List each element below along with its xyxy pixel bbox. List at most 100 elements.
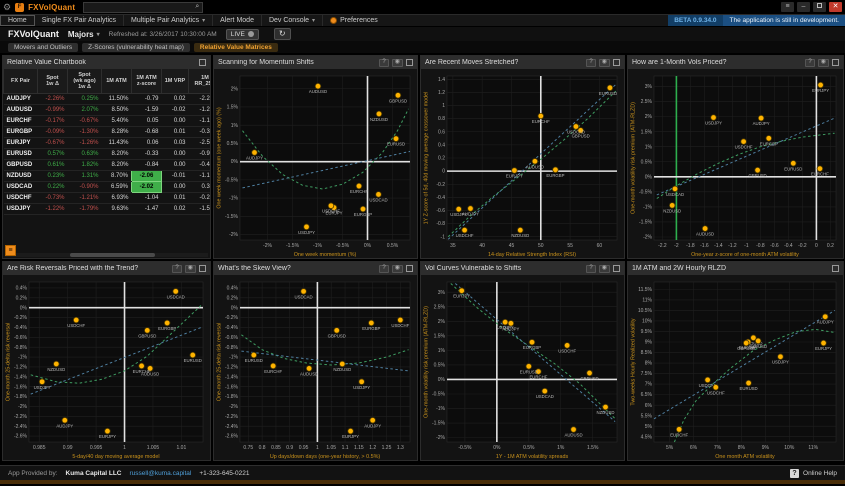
scatter-point[interactable] — [672, 186, 678, 192]
minimize-button[interactable]: – — [797, 2, 810, 12]
scatter-point[interactable] — [529, 339, 535, 345]
table-row[interactable]: EURCHF-0.17%-0.67%5.40%0.050.00-1.18% — [4, 115, 211, 126]
table-row[interactable]: USDJPY-1.22%-1.79%9.63%-1.470.02-1.50% — [4, 203, 211, 214]
snapshot-icon[interactable]: ◉ — [392, 265, 403, 273]
column-header[interactable]: Spot 1w Δ — [38, 69, 68, 93]
table-row[interactable]: EURJPY-0.67%-1.26%11.43%0.060.03-2.50% — [4, 137, 211, 148]
snapshot-icon[interactable]: ◉ — [185, 265, 196, 273]
scatter-point[interactable] — [164, 320, 170, 326]
scatter-point[interactable] — [339, 361, 345, 367]
scatter-chart[interactable]: -0.5%0%0.5%1%1.5%-2%-1.5%-1%-0.5%0%0.5%1… — [421, 275, 624, 460]
scatter-point[interactable] — [105, 428, 111, 434]
popout-icon[interactable] — [832, 265, 839, 272]
table-row[interactable]: NZDUSD0.23%1.31%8.70%-2.06-0.01-1.14% — [4, 170, 211, 181]
scatter-point[interactable] — [766, 135, 772, 141]
scatter-point[interactable] — [370, 417, 376, 423]
scatter-point[interactable] — [502, 319, 508, 325]
popout-icon[interactable] — [199, 265, 206, 272]
column-header[interactable]: 1M ATM — [102, 69, 132, 93]
scatter-point[interactable] — [587, 370, 593, 376]
menu-item-single-fx[interactable]: Single FX Pair Analytics — [35, 15, 124, 26]
tab-relative-value-matrices[interactable]: Relative Value Matrices — [194, 43, 278, 52]
tab-z-scores[interactable]: Z-Scores (vulnerability heat map) — [82, 43, 190, 52]
online-help-link[interactable]: Online Help — [803, 470, 837, 477]
scatter-point[interactable] — [553, 167, 559, 173]
scatter-chart[interactable]: 0.750.80.850.90.9511.051.11.151.21.251.3… — [214, 275, 417, 460]
scatter-chart[interactable]: 0.9850.990.99511.0051.01-2.6%-2.4%-2.2%-… — [3, 275, 210, 460]
scatter-point[interactable] — [139, 363, 145, 369]
scatter-chart[interactable]: -2.2-2-1.8-1.6-1.4-1.2-1-0.8-0.6-0.4-0.2… — [628, 69, 843, 258]
scatter-point[interactable] — [603, 404, 609, 410]
scatter-point[interactable] — [251, 352, 257, 358]
scatter-point[interactable] — [301, 289, 307, 295]
snapshot-icon[interactable]: ◉ — [392, 59, 403, 67]
popout-icon[interactable] — [613, 59, 620, 66]
snapshot-icon[interactable]: ◉ — [599, 59, 610, 67]
scatter-chart[interactable]: 354045505560-1-0.8-0.6-0.4-0.200.20.40.6… — [421, 69, 624, 258]
popout-icon[interactable] — [613, 265, 620, 272]
menu-item-alert-mode[interactable]: Alert Mode — [213, 15, 262, 26]
help-icon[interactable]: ? — [790, 469, 799, 478]
scatter-point[interactable] — [571, 427, 577, 433]
scatter-point[interactable] — [315, 83, 321, 89]
scatter-point[interactable] — [564, 343, 570, 349]
scatter-point[interactable] — [173, 289, 179, 295]
scatter-point[interactable] — [190, 352, 196, 358]
scatter-point[interactable] — [468, 206, 474, 212]
help-icon[interactable]: ? — [586, 265, 595, 273]
table-row[interactable]: EURGBP-0.09%-1.30%8.28%-0.680.01-0.31% — [4, 126, 211, 137]
scatter-point[interactable] — [711, 115, 717, 121]
wrench-icon[interactable]: ⚙ — [3, 3, 11, 12]
scatter-point[interactable] — [334, 328, 340, 334]
column-header[interactable]: 1M ATM z-score — [132, 69, 162, 93]
column-header[interactable]: FX Pair — [4, 69, 38, 93]
scatter-point[interactable] — [526, 364, 532, 370]
scatter-point[interactable] — [459, 288, 465, 294]
scatter-point[interactable] — [532, 158, 538, 164]
search-input[interactable] — [84, 4, 195, 11]
scatter-point[interactable] — [456, 206, 462, 212]
scatter-point[interactable] — [512, 168, 518, 174]
scatter-point[interactable] — [53, 361, 59, 367]
scatter-point[interactable] — [755, 338, 761, 344]
scatter-point[interactable] — [791, 160, 797, 166]
drawer-handle-button[interactable]: ≡ — [5, 245, 16, 256]
maximize-button[interactable] — [813, 2, 826, 12]
window-menu-button[interactable]: ≡ — [781, 2, 794, 12]
scatter-point[interactable] — [348, 428, 354, 434]
scatter-point[interactable] — [376, 111, 382, 117]
column-header[interactable]: 1M VRP — [162, 69, 189, 93]
menu-item-preferences[interactable]: Preferences — [323, 15, 385, 26]
menu-item-home[interactable]: Home — [0, 15, 35, 26]
scatter-chart[interactable]: 5%6%7%8%9%10%11%4.5%5%5.5%6%6.5%7%7.5%8%… — [628, 275, 843, 460]
universe-dropdown[interactable]: Majors▾ — [68, 30, 100, 39]
scatter-point[interactable] — [821, 340, 827, 346]
popout-icon[interactable] — [832, 59, 839, 66]
scatter-point[interactable] — [360, 206, 366, 212]
menu-item-dev-console[interactable]: Dev Console▾ — [262, 15, 323, 26]
table-row[interactable]: USDCHF-0.73%-1.21%6.93%-1.040.01-0.25% — [4, 192, 211, 203]
scatter-point[interactable] — [778, 354, 784, 360]
scrollbar-thumb[interactable] — [70, 253, 155, 257]
horizontal-scrollbar[interactable] — [5, 253, 208, 257]
scatter-point[interactable] — [713, 384, 719, 390]
refresh-button[interactable]: ↻ — [274, 28, 291, 40]
popout-icon[interactable] — [199, 59, 206, 66]
scatter-point[interactable] — [676, 427, 682, 433]
scatter-point[interactable] — [328, 203, 334, 209]
column-header[interactable]: Spot (wk ago) 1w Δ — [68, 69, 102, 93]
scatter-point[interactable] — [369, 320, 375, 326]
live-toggle[interactable]: LIVE — [226, 29, 259, 40]
scatter-point[interactable] — [398, 317, 404, 323]
scatter-point[interactable] — [705, 377, 711, 383]
help-icon[interactable]: ? — [805, 59, 814, 67]
help-icon[interactable]: ? — [172, 265, 181, 273]
scatter-point[interactable] — [517, 227, 523, 233]
scatter-point[interactable] — [62, 417, 68, 423]
table-row[interactable]: GBPUSD0.61%1.82%8.20%-0.840.00-0.46% — [4, 159, 211, 170]
scatter-point[interactable] — [822, 314, 828, 320]
close-button[interactable]: ✕ — [829, 2, 842, 12]
scatter-point[interactable] — [356, 183, 362, 189]
scatter-point[interactable] — [743, 340, 749, 346]
scatter-point[interactable] — [73, 317, 79, 323]
